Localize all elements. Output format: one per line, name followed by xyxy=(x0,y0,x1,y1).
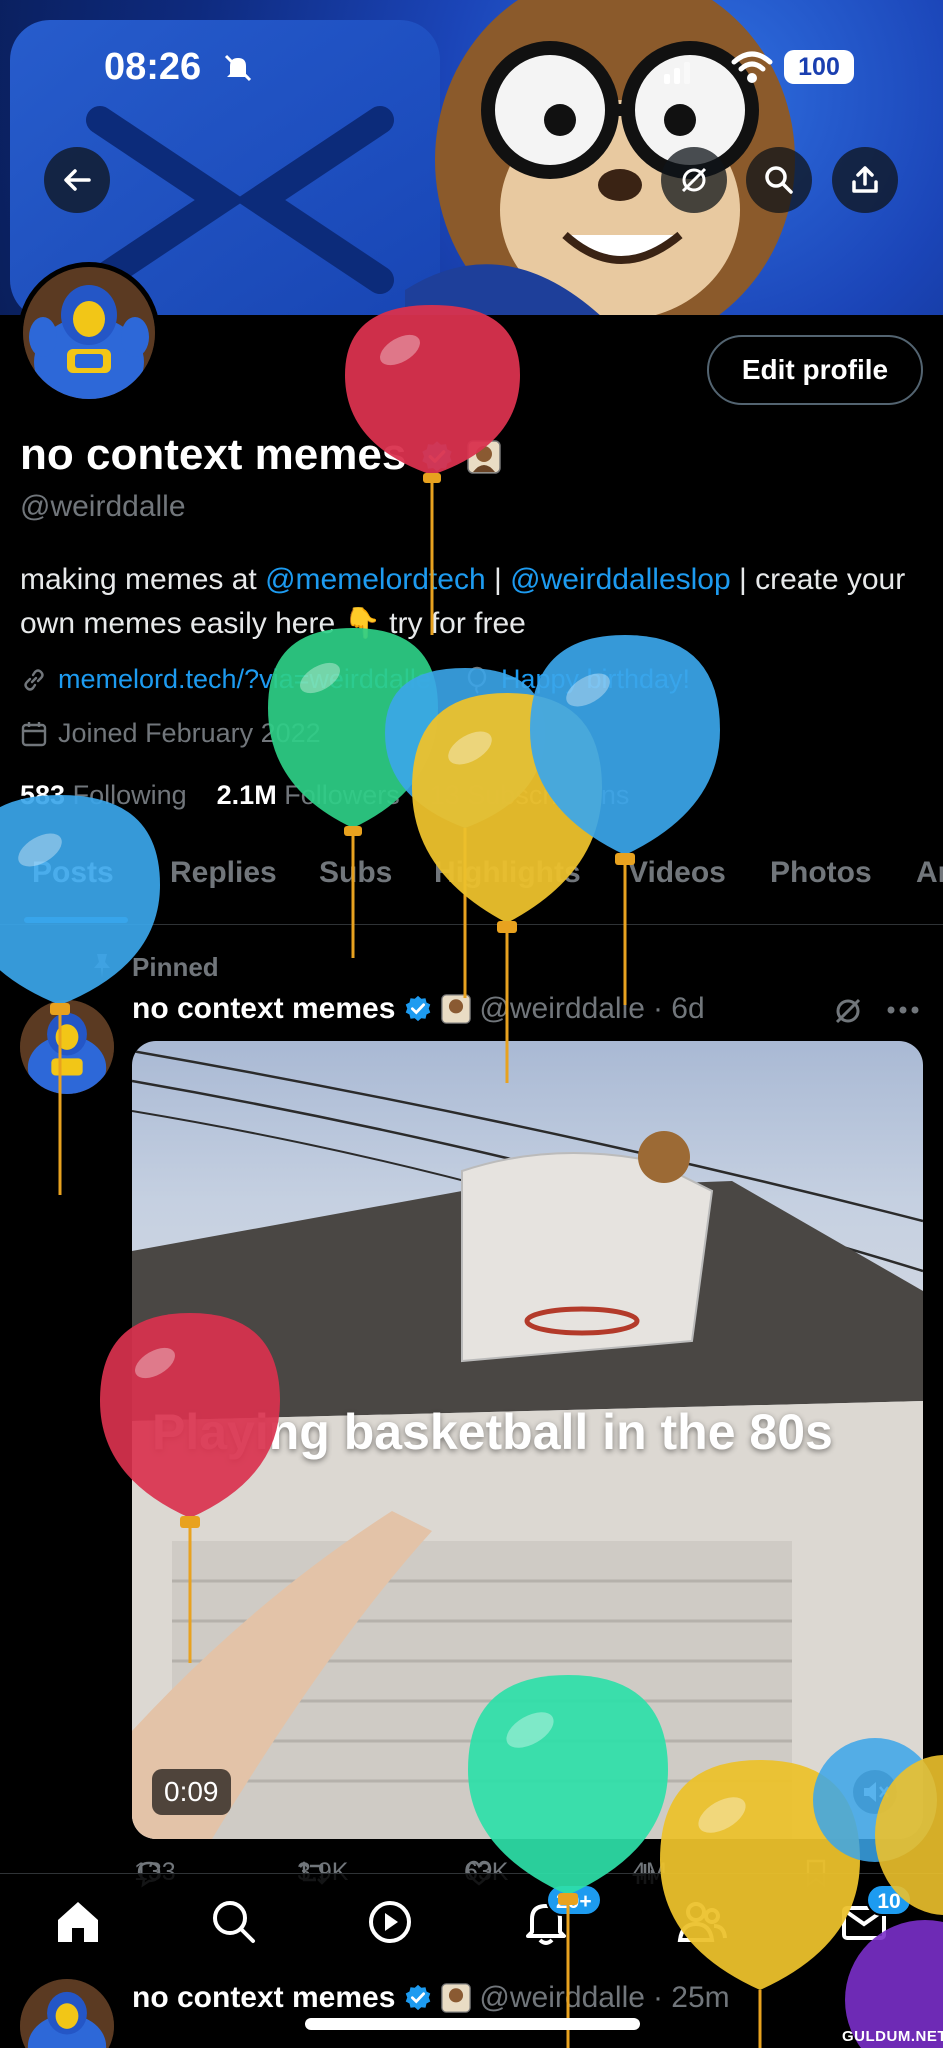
post-author-handle[interactable]: @weirddalle xyxy=(479,992,645,1026)
profile-bio: making memes at @memelordtech | @weirdda… xyxy=(20,558,930,646)
post-video[interactable]: Playing basketball in the 80s 0:09 xyxy=(132,1041,923,1839)
calendar-icon xyxy=(21,721,47,746)
status-bar: 08:26 100 xyxy=(0,44,943,94)
tab-posts[interactable]: Posts xyxy=(32,856,114,890)
watermark: GULDUM.NET xyxy=(842,2028,943,2045)
following-count: 583 xyxy=(20,780,66,810)
next-post-header: no context memes @weirddalle · 25m xyxy=(132,1981,730,2015)
balloon-icon xyxy=(467,666,487,694)
next-post-avatar[interactable] xyxy=(20,1979,114,2048)
grok-icon xyxy=(681,167,707,193)
profile-website-link[interactable]: memelord.tech/?via=weirddalle xyxy=(58,664,431,695)
share-button[interactable] xyxy=(832,147,898,213)
share-icon xyxy=(852,166,878,193)
profile-name-text: no context memes xyxy=(20,430,407,479)
search-button[interactable] xyxy=(746,147,812,213)
profile-birthday[interactable]: Happy birthday! xyxy=(501,664,690,695)
affiliate-badge-icon[interactable] xyxy=(467,440,501,475)
follow-stats: 583 Following 2.1M Followers 13 Subscrip… xyxy=(20,780,629,811)
notifications-badge: 20+ xyxy=(546,1884,602,1916)
affiliate-badge-icon xyxy=(441,1983,472,2013)
bio-mention-weirddalleslop[interactable]: @weirddalleslop xyxy=(510,563,731,596)
home-indicator[interactable] xyxy=(305,2018,640,2030)
post-timestamp[interactable]: · 6d xyxy=(653,992,705,1026)
followers-count: 2.1M xyxy=(216,780,277,810)
following-label: Following xyxy=(72,780,187,810)
post-avatar-image xyxy=(20,1000,114,1094)
grok-icon[interactable] xyxy=(832,995,864,1027)
battery-indicator: 100 xyxy=(784,50,854,84)
profile-handle: @weirddalle xyxy=(20,490,186,523)
verified-badge-icon[interactable] xyxy=(419,439,455,475)
subscriptions-link[interactable]: 13 Subscriptions xyxy=(430,780,630,810)
bio-separator: | xyxy=(485,563,511,596)
active-tab-indicator xyxy=(24,917,128,923)
next-post-avatar-image xyxy=(20,1979,114,2048)
verified-badge-icon xyxy=(406,995,431,1022)
profile-meta-links: memelord.tech/?via=weirddalle Happy birt… xyxy=(20,664,690,695)
tab-photos[interactable]: Photos xyxy=(770,856,872,890)
tab-highlights[interactable]: Highlights xyxy=(434,856,581,890)
search-icon xyxy=(765,166,793,194)
next-post-timestamp[interactable]: · 25m xyxy=(653,1981,730,2015)
post-author-avatar[interactable] xyxy=(20,1000,114,1094)
bottom-navigation: 20+ 10 xyxy=(0,1873,943,1969)
followers-link[interactable]: 2.1M Followers xyxy=(217,780,400,810)
post-header: no context memes @weirddalle · 6d xyxy=(132,992,705,1026)
messages-badge: 10 xyxy=(866,1884,912,1916)
profile-display-name: no context memes xyxy=(20,430,501,480)
pinned-label: Pinned xyxy=(132,952,219,982)
tab-videos[interactable]: Videos xyxy=(628,856,726,890)
tab-articles[interactable]: Ar xyxy=(916,856,943,890)
play-icon[interactable] xyxy=(362,1894,418,1950)
followers-label: Followers xyxy=(284,780,400,810)
bio-mention-memelordtech[interactable]: @memelordtech xyxy=(265,563,486,596)
video-caption: Playing basketball in the 80s xyxy=(152,1404,833,1460)
wifi-icon xyxy=(731,51,773,83)
bio-prefix: making memes at xyxy=(20,563,266,596)
post-author-name[interactable]: no context memes xyxy=(132,992,395,1026)
next-post-author-name[interactable]: no context memes xyxy=(132,1981,395,2015)
silent-bell-icon xyxy=(224,54,252,82)
mute-icon[interactable] xyxy=(852,1769,898,1815)
back-arrow-icon xyxy=(64,169,91,191)
profile-tabs: Posts Replies Subs Highlights Videos Pho… xyxy=(0,850,943,925)
profile-joined: Joined February 2022 xyxy=(20,718,321,749)
back-button[interactable] xyxy=(44,147,110,213)
tab-replies[interactable]: Replies xyxy=(170,856,277,890)
edit-profile-button[interactable]: Edit profile xyxy=(707,335,923,405)
profile-avatar[interactable] xyxy=(18,262,160,404)
link-icon xyxy=(24,668,44,691)
verified-badge-icon xyxy=(406,1984,431,2011)
affiliate-badge-icon xyxy=(441,994,472,1024)
people-icon[interactable] xyxy=(674,1894,730,1950)
tab-subs[interactable]: Subs xyxy=(319,856,392,890)
next-post[interactable]: no context memes @weirddalle · 25m xyxy=(0,1969,943,2048)
home-icon[interactable] xyxy=(50,1894,106,1950)
pin-icon xyxy=(94,954,110,978)
joined-date: Joined February 2022 xyxy=(58,718,321,748)
grok-button[interactable] xyxy=(661,147,727,213)
video-duration: 0:09 xyxy=(152,1769,231,1815)
more-icon[interactable] xyxy=(886,1003,920,1017)
search-icon[interactable] xyxy=(206,1894,262,1950)
following-link[interactable]: 583 Following xyxy=(20,780,187,810)
next-post-handle[interactable]: @weirddalle xyxy=(479,1981,645,2015)
status-time: 08:26 xyxy=(104,46,202,88)
signal-icon xyxy=(664,62,690,84)
avatar-image xyxy=(23,267,155,399)
balloon-blue-small xyxy=(385,668,545,998)
